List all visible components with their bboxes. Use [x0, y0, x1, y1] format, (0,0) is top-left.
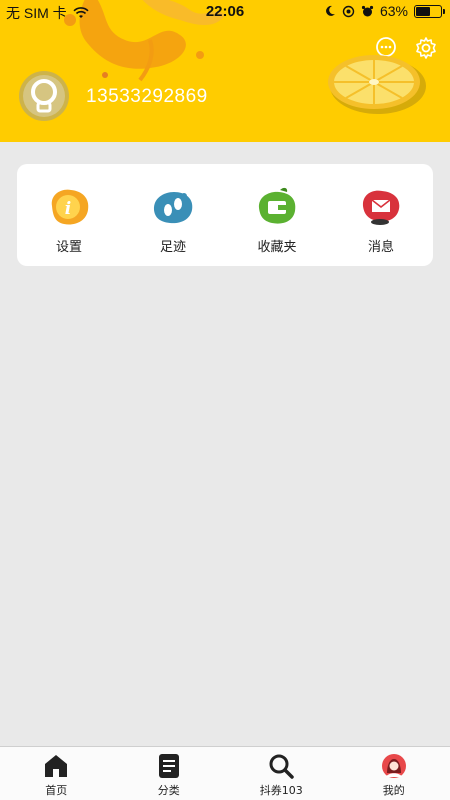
wallet-icon: [258, 187, 296, 224]
menu-label: 消息: [367, 240, 394, 255]
list-icon: [158, 754, 179, 778]
alarm-icon: [361, 5, 374, 16]
menu-item-settings[interactable]: i 设置: [29, 186, 109, 255]
svg-text:i: i: [65, 199, 71, 219]
menu-item-messages[interactable]: 消息: [341, 186, 421, 255]
status-bar: 无 SIM 卡 22:06 63%: [0, 0, 450, 24]
search-icon: [269, 754, 294, 779]
footprint-icon: [153, 192, 193, 224]
menu-label: 足迹: [159, 240, 186, 255]
avatar[interactable]: [18, 70, 70, 122]
menu-item-footprint[interactable]: 足迹: [133, 186, 213, 255]
tab-label: 抖券103: [259, 784, 303, 797]
user-phone: 13533292869: [86, 86, 208, 107]
menu-label: 设置: [55, 240, 82, 255]
tab-category[interactable]: 分类: [113, 747, 226, 800]
tab-coupons[interactable]: 抖券103: [225, 747, 338, 800]
profile-icon: [381, 754, 406, 778]
battery-fill: [416, 6, 431, 16]
tab-label: 首页: [45, 784, 68, 797]
info-icon: i: [51, 189, 89, 225]
menu-label: 收藏夹: [257, 240, 297, 255]
battery-percent: 63%: [379, 3, 408, 19]
bottom-tab-bar: 首页 分类 抖券103 我的: [0, 746, 450, 800]
tab-label: 分类: [157, 784, 180, 797]
menu-item-favorites[interactable]: 收藏夹: [237, 186, 317, 255]
shortcut-menu-card: i 设置 足迹 收藏夹 消息: [17, 164, 433, 266]
tab-label: 我的: [382, 784, 405, 797]
home-icon: [45, 755, 68, 777]
mail-icon: [362, 190, 400, 225]
tab-mine[interactable]: 我的: [338, 747, 450, 800]
battery-icon: [414, 4, 445, 18]
profile-header: 无 SIM 卡 22:06 63% 13533292869: [0, 0, 450, 142]
orange-slice-decoration: [328, 55, 426, 114]
at-icon: [342, 5, 355, 17]
moon-icon: [326, 5, 335, 16]
tab-home[interactable]: 首页: [0, 747, 113, 800]
